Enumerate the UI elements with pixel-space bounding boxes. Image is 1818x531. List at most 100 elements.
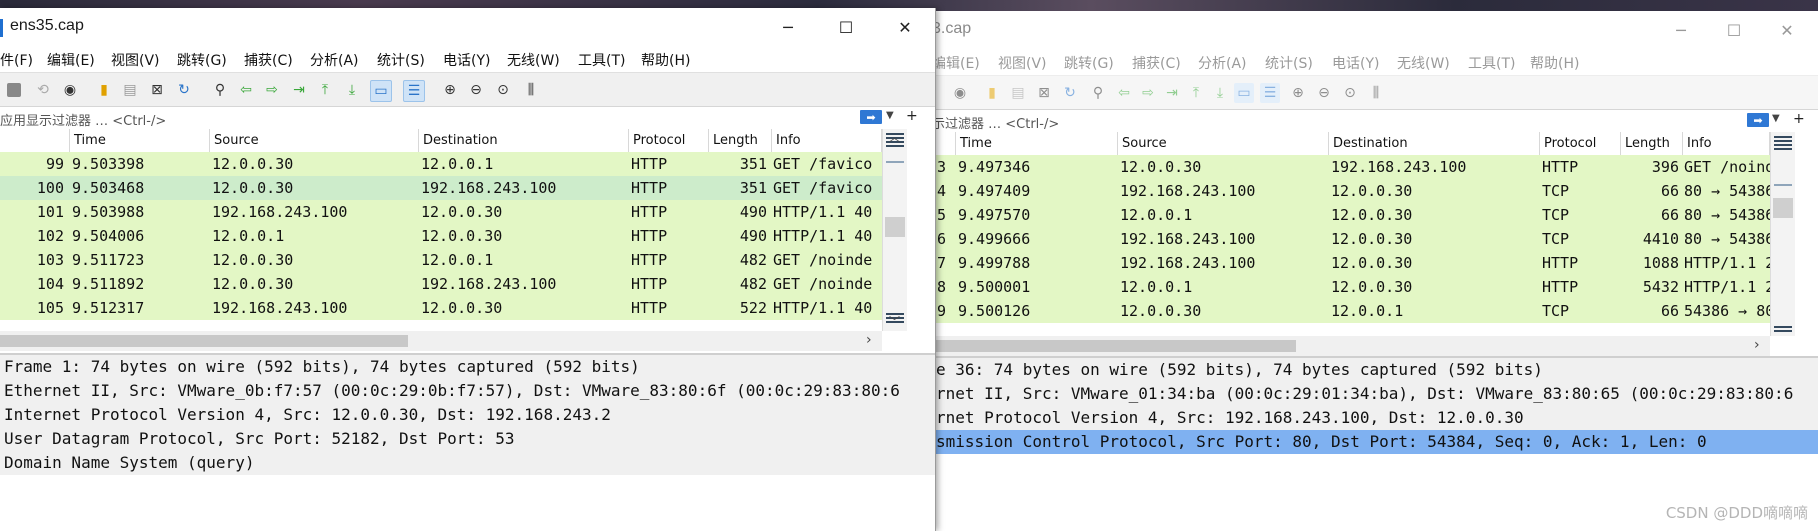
packet-list-vscroll[interactable]: ︿ ﹀ [882, 129, 907, 331]
maximize-button[interactable]: ☐ [1711, 15, 1757, 45]
go-forward-icon[interactable]: ⇨ [262, 80, 282, 100]
find-packet-icon[interactable]: ⚲ [1088, 83, 1108, 103]
display-filter-bar[interactable]: 示过滤器 … <Ctrl-/> ➡ ▼ + [932, 109, 1818, 133]
column-protocol[interactable]: Protocol [629, 129, 709, 152]
detail-line[interactable]: Internet Protocol Version 4, Src: 12.0.0… [0, 403, 935, 427]
add-filter-button[interactable]: + [906, 108, 918, 124]
reload-icon[interactable]: ↻ [1060, 83, 1080, 103]
zoom-reset-icon[interactable]: ⊙ [1340, 83, 1360, 103]
packet-row[interactable]: 769.499666192.168.243.10012.0.0.30TCP441… [932, 227, 1770, 251]
chevron-down-icon[interactable]: ▼ [886, 110, 894, 121]
column-source[interactable]: Source [1118, 132, 1329, 155]
packet-row[interactable]: 100 9.503468 12.0.0.30 192.168.243.100 HTTP 3… [0, 176, 882, 200]
display-filter-input[interactable]: 应用显示过滤器 … <Ctrl-/> [0, 110, 166, 129]
menu-view[interactable]: 视图(V) [998, 53, 1047, 73]
column-length[interactable]: Length [709, 129, 772, 152]
menu-telephony[interactable]: 电话(Y) [1332, 53, 1379, 73]
zoom-reset-icon[interactable]: ⊙ [493, 80, 513, 100]
column-time[interactable]: Time [70, 129, 210, 152]
open-file-icon[interactable]: ▮ [94, 80, 114, 100]
zoom-out-icon[interactable]: ⊖ [1314, 83, 1334, 103]
options-icon[interactable]: ◉ [60, 80, 80, 100]
column-info[interactable]: Info [772, 129, 882, 152]
save-file-icon[interactable]: ▤ [1008, 83, 1028, 103]
menu-wireless[interactable]: 无线(W) [507, 50, 560, 70]
packet-row[interactable]: 789.50000112.0.0.112.0.0.30HTTP5432HTTP/… [932, 275, 1770, 299]
column-info[interactable]: Info [1683, 132, 1770, 155]
menu-help[interactable]: 帮助(H) [641, 50, 690, 70]
menu-statistics[interactable]: 统计(S) [1265, 53, 1313, 73]
chevron-down-icon[interactable]: ▼ [1772, 113, 1780, 124]
packet-list-hscroll[interactable]: › [0, 331, 882, 351]
packet-details-pane[interactable]: Frame 1: 74 bytes on wire (592 bits), 74… [0, 353, 935, 531]
packet-row[interactable]: 101 9.503988 192.168.243.100 12.0.0.30 HTTP 4… [0, 200, 882, 224]
maximize-button[interactable]: ☐ [823, 12, 869, 42]
detail-line[interactable]: Frame 1: 74 bytes on wire (592 bits), 74… [0, 355, 935, 379]
menu-capture[interactable]: 捕获(C) [244, 50, 293, 70]
scroll-right-icon[interactable]: › [866, 332, 872, 348]
column-protocol[interactable]: Protocol [1540, 132, 1621, 155]
hscroll-thumb[interactable] [932, 340, 1296, 352]
packet-row[interactable]: 102 9.504006 12.0.0.1 12.0.0.30 HTTP 490 HTTP/… [0, 224, 882, 248]
arrow-right-icon[interactable]: ➡ [860, 110, 882, 124]
zoom-in-icon[interactable]: ⊕ [1288, 83, 1308, 103]
go-back-icon[interactable]: ⇦ [1114, 83, 1134, 103]
reload-icon[interactable]: ↻ [174, 80, 194, 100]
menu-go[interactable]: 跳转(G) [1064, 53, 1114, 73]
go-to-packet-icon[interactable]: ⇥ [289, 80, 309, 100]
menu-help[interactable]: 帮助(H) [1530, 53, 1579, 73]
menu-analyze[interactable]: 分析(A) [310, 50, 359, 70]
detail-line[interactable]: User Datagram Protocol, Src Port: 52182,… [0, 427, 935, 451]
scroll-thumb[interactable] [1773, 198, 1793, 218]
menu-edit[interactable]: 编辑(E) [47, 50, 95, 70]
zoom-out-icon[interactable]: ⊖ [466, 80, 486, 100]
wireshark-window-main[interactable]: ens35.cap ─ ☐ ✕ 件(F) 编辑(E) 视图(V) 跳转(G) 捕… [0, 8, 936, 531]
close-file-icon[interactable]: ⊠ [1034, 83, 1054, 103]
minimize-button[interactable]: ─ [1658, 15, 1704, 45]
display-filter-input[interactable]: 示过滤器 … <Ctrl-/> [932, 113, 1059, 132]
packet-row[interactable]: 749.497409192.168.243.10012.0.0.30TCP668… [932, 179, 1770, 203]
column-time[interactable]: Time [956, 132, 1118, 155]
scroll-right-icon[interactable]: › [1754, 337, 1760, 353]
find-packet-icon[interactable]: ⚲ [210, 80, 230, 100]
detail-line[interactable]: smission Control Protocol, Src Port: 80,… [932, 430, 1818, 454]
go-back-icon[interactable]: ⇦ [236, 80, 256, 100]
menu-tools[interactable]: 工具(T) [578, 50, 625, 70]
menu-view[interactable]: 视图(V) [111, 50, 160, 70]
packet-list-vscroll[interactable] [1770, 132, 1795, 336]
go-to-packet-icon[interactable]: ⇥ [1162, 83, 1182, 103]
close-button[interactable]: ✕ [1764, 15, 1810, 45]
packet-row[interactable]: 105 9.512317 192.168.243.100 12.0.0.30 HTTP 5… [0, 296, 882, 320]
autoscroll-icon[interactable]: ▭ [1234, 83, 1254, 103]
menu-edit[interactable]: 编辑(E) [932, 53, 980, 73]
resize-columns-icon[interactable]: ⫼ [1366, 83, 1386, 103]
packet-row[interactable]: 779.499788192.168.243.10012.0.0.30HTTP10… [932, 251, 1770, 275]
hscroll-thumb[interactable] [0, 335, 408, 347]
chevron-up-icon[interactable]: ︿ [889, 129, 900, 145]
first-packet-icon[interactable]: ⤒ [1186, 83, 1206, 103]
column-no[interactable] [0, 129, 70, 152]
first-packet-icon[interactable]: ⤒ [315, 80, 335, 100]
column-destination[interactable]: Destination [419, 129, 629, 152]
column-length[interactable]: Length [1621, 132, 1683, 155]
open-file-icon[interactable]: ▮ [982, 83, 1002, 103]
detail-line[interactable]: e 36: 74 bytes on wire (592 bits), 74 by… [932, 358, 1818, 382]
resize-columns-icon[interactable]: ⫼ [521, 80, 541, 100]
menu-file[interactable]: 件(F) [0, 50, 33, 70]
colorize-icon[interactable]: ☰ [1260, 83, 1280, 103]
autoscroll-icon[interactable]: ▭ [370, 80, 392, 102]
add-filter-button[interactable]: + [1793, 111, 1805, 127]
packet-list-hscroll[interactable]: › [932, 336, 1770, 356]
minimize-button[interactable]: ─ [765, 12, 811, 42]
packet-row[interactable]: 104 9.511892 12.0.0.30 192.168.243.100 HTTP 4… [0, 272, 882, 296]
scroll-thumb[interactable] [885, 217, 905, 237]
menu-tools[interactable]: 工具(T) [1468, 53, 1515, 73]
display-filter-bar[interactable]: 应用显示过滤器 … <Ctrl-/> ➡ ▼ + [0, 106, 935, 130]
menu-telephony[interactable]: 电话(Y) [443, 50, 490, 70]
restart-capture-icon[interactable]: ⟲ [33, 80, 53, 100]
stop-capture-icon[interactable] [7, 83, 21, 97]
options-icon[interactable]: ◉ [950, 83, 970, 103]
packet-row[interactable]: 799.50012612.0.0.3012.0.0.1TCP6654386 → … [932, 299, 1770, 323]
detail-line[interactable]: Domain Name System (query) [0, 451, 935, 475]
arrow-right-icon[interactable]: ➡ [1747, 113, 1769, 127]
